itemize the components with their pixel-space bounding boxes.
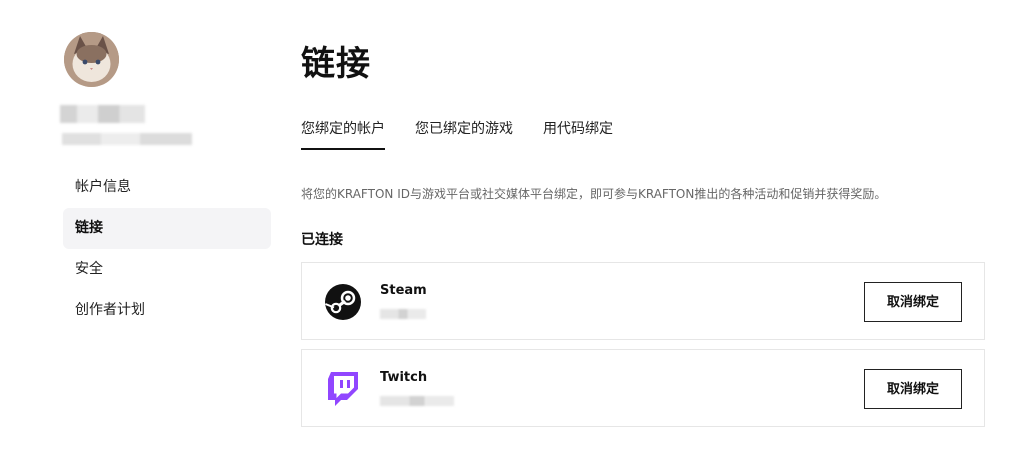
- account-name-steam: Steam: [380, 283, 427, 298]
- account-card-twitch: Twitch 取消绑定: [301, 349, 985, 427]
- connected-heading: 已连接: [301, 232, 343, 248]
- tab-bar: 您绑定的帐户 您已绑定的游戏 用代码绑定: [301, 118, 613, 150]
- avatar[interactable]: [64, 32, 119, 87]
- account-card-steam: Steam 取消绑定: [301, 262, 985, 340]
- sidebar-item-links[interactable]: 链接: [63, 208, 271, 249]
- sidebar-nav: 帐户信息 链接 安全 创作者计划: [63, 167, 271, 331]
- twitch-icon: [324, 370, 362, 408]
- email-redacted: [62, 133, 192, 145]
- sidebar-item-security[interactable]: 安全: [63, 249, 271, 290]
- sidebar-item-account-info[interactable]: 帐户信息: [63, 167, 271, 208]
- steam-username-redacted: [380, 309, 426, 319]
- unbind-twitch-button[interactable]: 取消绑定: [864, 369, 962, 409]
- description-text: 将您的KRAFTON ID与游戏平台或社交媒体平台绑定，即可参与KRAFTON推…: [301, 187, 887, 201]
- tab-linked-accounts[interactable]: 您绑定的帐户: [301, 118, 385, 150]
- account-name-twitch: Twitch: [380, 370, 428, 385]
- username-redacted: [60, 105, 145, 123]
- steam-icon: [324, 283, 362, 321]
- twitch-username-redacted: [380, 396, 454, 406]
- page-title: 链接: [301, 44, 371, 84]
- tab-linked-games[interactable]: 您已绑定的游戏: [415, 118, 513, 150]
- sidebar-item-creator-program[interactable]: 创作者计划: [63, 290, 271, 331]
- tab-code-link[interactable]: 用代码绑定: [543, 118, 613, 150]
- unbind-steam-button[interactable]: 取消绑定: [864, 282, 962, 322]
